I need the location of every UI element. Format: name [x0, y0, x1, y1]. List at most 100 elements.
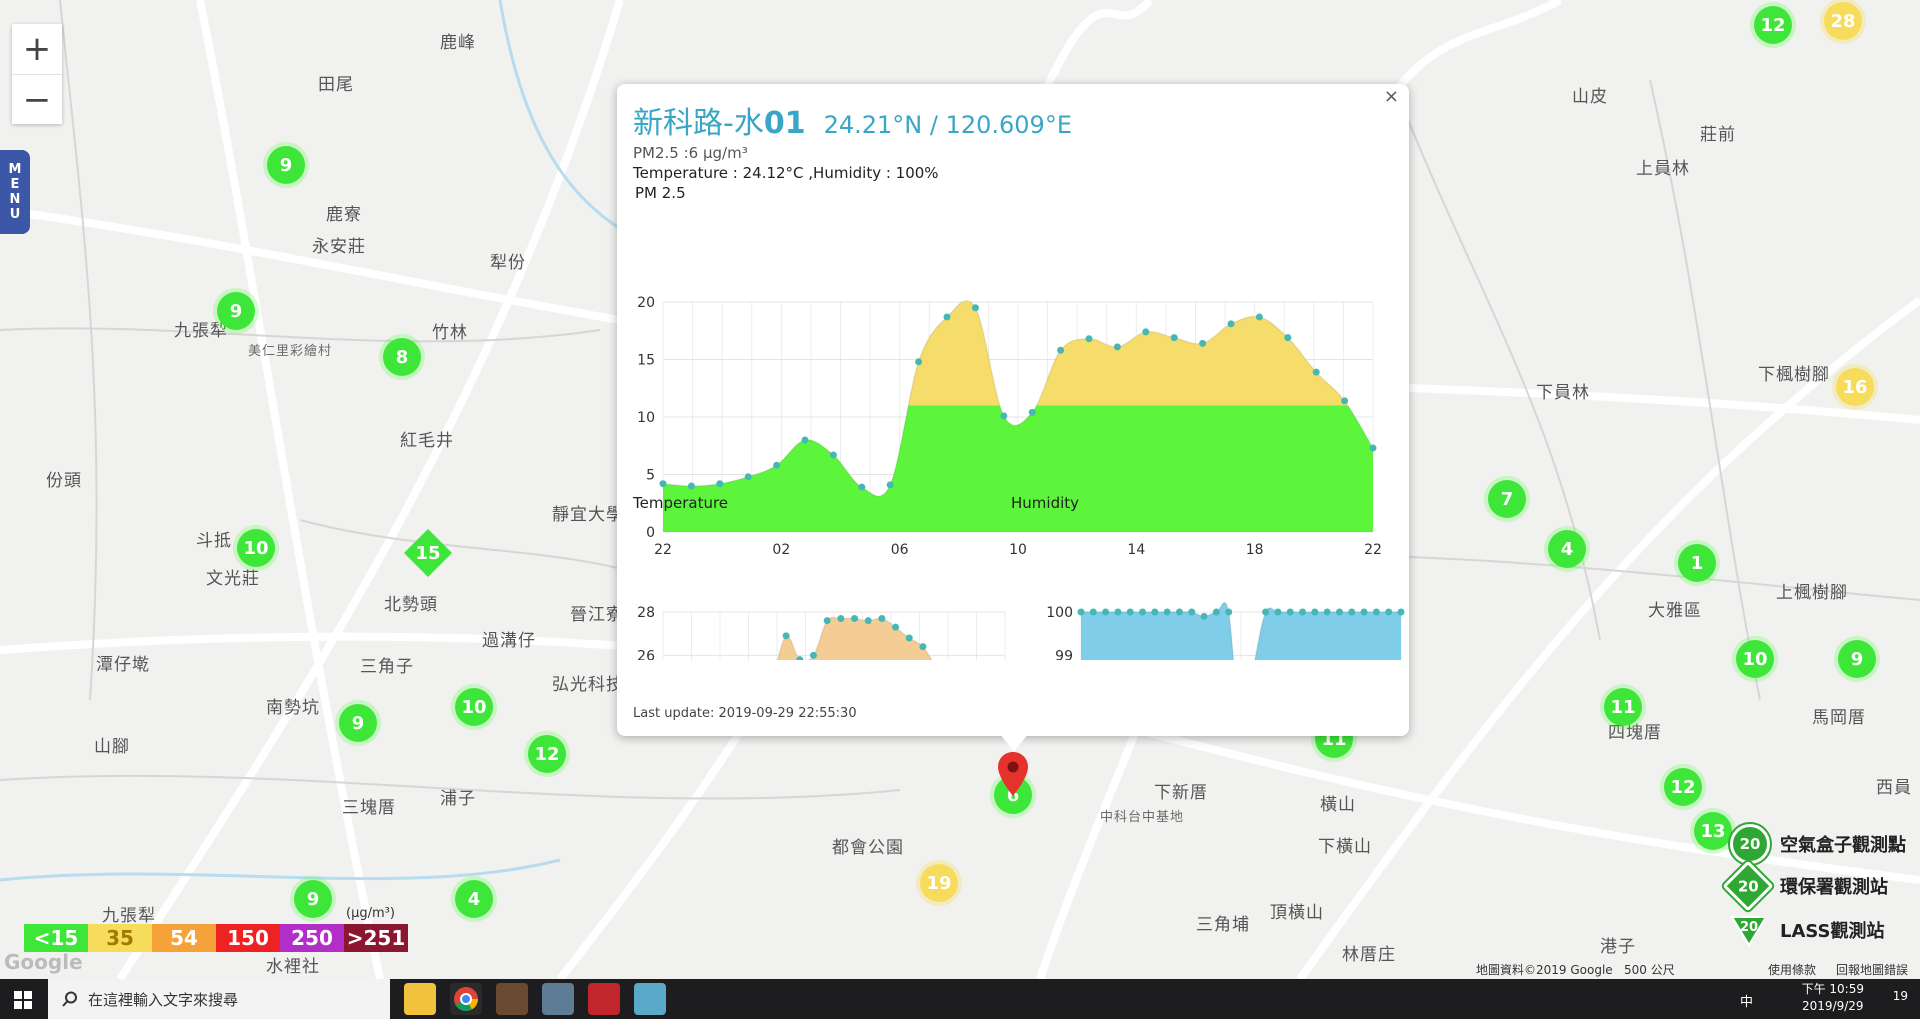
station-cluster-marker[interactable]: 9 — [339, 704, 377, 742]
data-point — [829, 451, 837, 459]
place-label: 晉江寮 — [570, 605, 624, 625]
data-point — [1028, 408, 1036, 416]
data-point — [1397, 608, 1405, 616]
station-cluster-marker[interactable]: 4 — [455, 880, 493, 918]
humidity-chart: 979899100 — [1046, 601, 1405, 660]
windows-start-icon[interactable] — [14, 991, 32, 1009]
legend-epa: 20 環保署觀測站 — [1690, 860, 1920, 912]
station-cluster-marker[interactable]: 8 — [383, 338, 421, 376]
data-point — [1200, 612, 1208, 620]
station-cluster-marker[interactable]: 19 — [920, 864, 958, 902]
app-icon[interactable] — [542, 983, 574, 1015]
lass-legend-value: 20 — [1740, 920, 1758, 935]
notepad-icon[interactable] — [634, 983, 666, 1015]
ime-indicator[interactable]: 中 — [1740, 991, 1753, 1010]
scale-level-5: 250 — [280, 924, 344, 952]
pm-color-scale: <15 35 54 150 250 >251 — [24, 924, 408, 952]
data-point — [943, 313, 951, 321]
y-tick-label: 26 — [637, 648, 655, 660]
data-point — [659, 480, 667, 488]
place-label: 文光莊 — [206, 569, 260, 589]
data-point — [858, 483, 866, 491]
file-explorer-icon[interactable] — [404, 983, 436, 1015]
place-label: 上員林 — [1636, 159, 1690, 179]
station-cluster-marker[interactable]: 12 — [528, 735, 566, 773]
place-label: 西員 — [1876, 778, 1912, 798]
data-point — [1385, 608, 1393, 616]
data-point — [837, 615, 845, 622]
menu-letter: N — [9, 192, 21, 207]
station-cluster-marker[interactable]: 9 — [267, 146, 305, 184]
place-label: 浦子 — [440, 789, 476, 809]
y-tick-label: 100 — [1046, 605, 1073, 621]
place-label: 三角子 — [360, 657, 414, 677]
place-label: 林厝庄 — [1342, 945, 1396, 965]
close-icon[interactable]: × — [1384, 86, 1399, 107]
pm25-reading: PM2.5 :6 μg/m³ — [633, 144, 748, 162]
station-cluster-marker[interactable]: 9 — [1838, 640, 1876, 678]
notification-icon[interactable]: 19 — [1893, 989, 1908, 1003]
station-cluster-marker[interactable]: 16 — [1836, 368, 1874, 406]
station-cluster-marker[interactable]: 28 — [1824, 2, 1862, 40]
station-cluster-marker[interactable]: 10 — [1736, 640, 1774, 678]
report-error-link[interactable]: 回報地圖錯誤 — [1836, 961, 1908, 978]
station-cluster-marker[interactable]: 10 — [455, 688, 493, 726]
app-icon[interactable] — [496, 983, 528, 1015]
data-point — [1262, 608, 1270, 616]
station-cluster-marker[interactable]: 9 — [294, 880, 332, 918]
map-data-attribution: 地圖資料©2019 Google — [1476, 963, 1613, 977]
station-cluster-marker[interactable]: 12 — [1664, 768, 1702, 806]
place-label: 三角埔 — [1196, 915, 1250, 935]
chrome-logo-icon — [454, 987, 478, 1012]
chrome-icon[interactable] — [450, 983, 482, 1015]
data-point — [801, 436, 809, 444]
location-pin-icon[interactable] — [996, 750, 1030, 798]
lass-legend-label: LASS觀測站 — [1780, 921, 1885, 942]
epa-station-marker[interactable]: 15 — [403, 528, 453, 578]
station-cluster-marker[interactable]: 1 — [1678, 544, 1716, 582]
place-label: 竹林 — [432, 323, 468, 343]
menu-letter: M — [8, 162, 22, 177]
place-label: 田尾 — [318, 75, 354, 95]
y-tick-label: 5 — [646, 468, 655, 484]
scale-level-6: >251 — [344, 924, 408, 952]
data-point — [1255, 313, 1263, 321]
station-cluster-marker[interactable]: 7 — [1488, 480, 1526, 518]
epa-legend-marker: 20 — [1722, 860, 1774, 912]
place-label: 頂橫山 — [1270, 903, 1324, 923]
place-label: 山皮 — [1572, 87, 1608, 107]
data-point — [744, 473, 752, 481]
env-reading: Temperature : 24.12°C ,Humidity : 100% — [633, 164, 939, 182]
system-clock[interactable]: 下午 10:59 2019/9/29 — [1802, 981, 1864, 1015]
menu-button[interactable]: M E N U — [0, 150, 30, 234]
data-point — [1163, 608, 1171, 616]
station-cluster-marker[interactable]: 12 — [1754, 6, 1792, 44]
data-point — [1085, 335, 1093, 343]
place-label: 下橫山 — [1318, 837, 1372, 857]
data-point — [1323, 608, 1331, 616]
data-point — [1142, 328, 1150, 336]
station-cluster-marker[interactable]: 9 — [217, 292, 255, 330]
epa-station-value: 15 — [415, 542, 441, 564]
taskbar-search[interactable]: 在這裡輸入文字來搜尋 — [48, 979, 390, 1019]
place-label: 北勢頭 — [384, 595, 438, 615]
station-cluster-marker[interactable]: 4 — [1548, 530, 1586, 568]
place-label: 過溝仔 — [482, 631, 536, 651]
data-point — [915, 358, 923, 366]
data-point — [878, 615, 886, 622]
data-point — [1369, 444, 1377, 452]
station-cluster-marker[interactable]: 10 — [237, 529, 275, 567]
zoom-in-button[interactable]: + — [12, 24, 62, 75]
legend-lass: 20 LASS觀測站 — [1690, 910, 1920, 950]
data-point — [1102, 608, 1110, 616]
place-label: 下新厝 — [1154, 783, 1208, 803]
data-point — [1312, 368, 1320, 376]
data-point — [1188, 608, 1196, 616]
data-point — [1113, 343, 1121, 351]
sketchup-icon[interactable] — [588, 983, 620, 1015]
station-cluster-marker[interactable]: 11 — [1604, 688, 1642, 726]
station-coords: 24.21°N / 120.609°E — [823, 111, 1072, 139]
scale-level-4: 150 — [216, 924, 280, 952]
zoom-out-button[interactable]: − — [12, 75, 62, 125]
terms-link[interactable]: 使用條款 — [1768, 961, 1816, 978]
